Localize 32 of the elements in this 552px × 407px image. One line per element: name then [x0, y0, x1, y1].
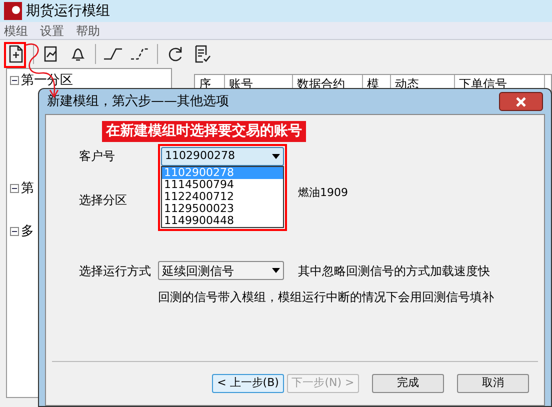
collapse-toggle[interactable] — [10, 184, 19, 193]
dropdown-option[interactable]: 1129500023 — [162, 203, 283, 215]
account-dropdown[interactable]: 1102900278 — [161, 147, 284, 166]
menu-item[interactable]: 模组 — [4, 22, 28, 40]
dialog-button[interactable]: 完成 — [372, 374, 444, 393]
tree-item[interactable]: 多 — [21, 222, 34, 242]
tree-item[interactable]: 第 — [21, 178, 34, 198]
close-button[interactable] — [499, 92, 543, 111]
collapse-toggle[interactable] — [10, 76, 19, 86]
highlight-frame — [4, 42, 26, 68]
dropdown-arrow-icon — [272, 268, 280, 273]
partition-value: 燃油1909 — [298, 185, 348, 201]
field-label: 客户号 — [79, 148, 116, 165]
dialog-button[interactable]: 取消 — [457, 374, 529, 393]
field-label: 选择运行方式 — [79, 262, 152, 280]
note-text: 回测的信号带入模组，模组运行中断的情况下会用回测信号填补 — [158, 289, 495, 306]
app-logo-icon — [4, 2, 22, 20]
dropdown-option[interactable]: 1114500794 — [162, 179, 283, 191]
dropdown-option[interactable]: 1149900448 — [162, 215, 283, 227]
hint-text: 其中忽略回测信号的方式加载速度快 — [298, 262, 490, 280]
dialog-button[interactable]: < 上一步(B) — [212, 374, 284, 393]
field-label: 选择分区 — [79, 192, 127, 209]
window-title: 期货运行模组 — [26, 2, 110, 20]
annotation-label: 在新建模组时选择要交易的账号 — [102, 121, 306, 142]
dropdown-arrow-icon — [272, 154, 280, 159]
collapse-toggle[interactable] — [10, 227, 19, 236]
dropdown-option[interactable]: 1122400712 — [162, 191, 283, 203]
close-icon — [516, 96, 526, 106]
menu-item[interactable]: 设置 — [40, 22, 64, 40]
dialog-title: 新建模组，第六步——其他选项 — [47, 92, 229, 111]
run-mode-dropdown[interactable]: 延续回测信号 — [158, 261, 284, 280]
menu-item[interactable]: 帮助 — [76, 22, 100, 40]
